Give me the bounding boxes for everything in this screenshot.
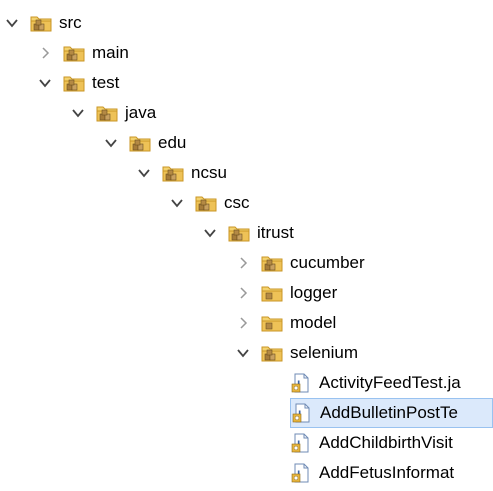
folder-icon [261, 313, 283, 333]
tree-item-logger[interactable]: logger [235, 278, 337, 308]
tree-item-label: java [125, 103, 157, 122]
tree-item-edu[interactable]: edu [103, 128, 186, 158]
tree-item-itrust[interactable]: itrust [202, 218, 294, 248]
tree-item-java[interactable]: java [70, 98, 156, 128]
java-file-icon: J [290, 373, 312, 393]
tree-item-label: test [92, 73, 120, 92]
project-explorer-tree: src main test java edu ncsu csc itrust cucumber l… [0, 0, 493, 491]
tree-item-selenium[interactable]: selenium [235, 338, 358, 368]
tree-item-label: model [290, 313, 337, 332]
tree-item-label: AddFetusInformat [319, 463, 455, 482]
java-file-icon: J [291, 403, 313, 423]
chevron-down-icon[interactable] [103, 135, 119, 151]
tree-item-test[interactable]: test [37, 68, 119, 98]
chevron-down-icon[interactable] [169, 195, 185, 211]
package-folder-icon [96, 103, 118, 123]
tree-item-label: main [92, 43, 129, 62]
tree-item-label: csc [224, 193, 250, 212]
chevron-down-icon[interactable] [235, 345, 251, 361]
chevron-right-icon[interactable] [37, 45, 53, 61]
chevron-down-icon[interactable] [202, 225, 218, 241]
tree-item-addbulletinpostte[interactable]: J AddBulletinPostTe [290, 398, 493, 428]
tree-item-label: cucumber [290, 253, 365, 272]
java-file-icon: J [290, 433, 312, 453]
tree-item-activityfeedtest-ja[interactable]: J ActivityFeedTest.ja [268, 368, 461, 398]
tree-item-label: AddBulletinPostTe [320, 403, 458, 422]
package-folder-icon [162, 163, 184, 183]
chevron-right-icon[interactable] [235, 285, 251, 301]
tree-item-cucumber[interactable]: cucumber [235, 248, 365, 278]
tree-item-src[interactable]: src [4, 8, 82, 38]
chevron-down-icon[interactable] [37, 75, 53, 91]
tree-item-addchildbirthvisit[interactable]: J AddChildbirthVisit [268, 428, 453, 458]
tree-item-label: ActivityFeedTest.ja [319, 373, 461, 392]
chevron-down-icon[interactable] [136, 165, 152, 181]
tree-item-ncsu[interactable]: ncsu [136, 158, 227, 188]
tree-item-csc[interactable]: csc [169, 188, 250, 218]
package-folder-icon [261, 343, 283, 363]
tree-item-label: itrust [257, 223, 294, 242]
package-folder-icon [261, 253, 283, 273]
chevron-down-icon[interactable] [4, 15, 20, 31]
chevron-right-icon[interactable] [235, 315, 251, 331]
tree-item-label: logger [290, 283, 338, 302]
package-folder-icon [63, 73, 85, 93]
tree-item-label: ncsu [191, 163, 227, 182]
tree-item-label: selenium [290, 343, 359, 362]
tree-item-model[interactable]: model [235, 308, 336, 338]
folder-icon [261, 283, 283, 303]
tree-item-label: src [59, 13, 82, 32]
chevron-down-icon[interactable] [70, 105, 86, 121]
java-file-icon: J [290, 463, 312, 483]
package-folder-icon [129, 133, 151, 153]
tree-item-addfetusinformat[interactable]: J AddFetusInformat [268, 458, 454, 488]
tree-item-label: edu [158, 133, 187, 152]
package-folder-icon [63, 43, 85, 63]
tree-item-main[interactable]: main [37, 38, 129, 68]
chevron-right-icon[interactable] [235, 255, 251, 271]
package-folder-icon [228, 223, 250, 243]
tree-item-label: AddChildbirthVisit [319, 433, 453, 452]
package-folder-icon [30, 13, 52, 33]
package-folder-icon [195, 193, 217, 213]
